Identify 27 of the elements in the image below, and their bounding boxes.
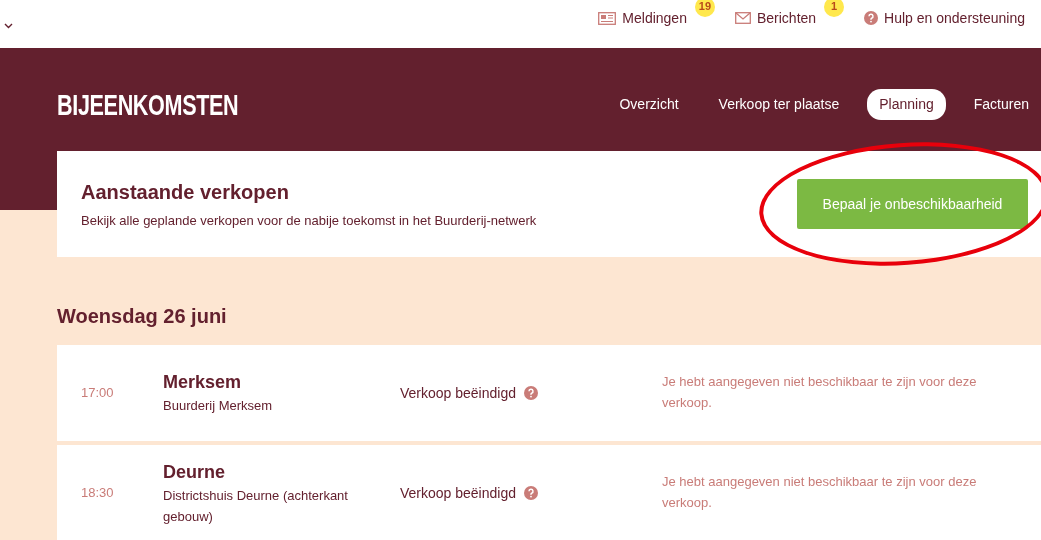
help-icon <box>864 11 879 25</box>
sale-time: 18:30 <box>80 484 115 503</box>
sale-status: Verkoop beëindigd <box>400 483 516 503</box>
day-heading: Woensdag 26 juni <box>57 304 228 329</box>
nav-tab[interactable]: Planning <box>867 89 946 120</box>
help-icon <box>524 386 538 400</box>
caret-icon[interactable] <box>4 23 13 29</box>
top-link[interactable]: Hulp en ondersteuning <box>864 7 1025 29</box>
sale-note: Je hebt aangegeven niet beschikbaar te zijn voor deze verkoop. <box>662 473 978 512</box>
sale-name: Merksem <box>163 371 243 395</box>
sale-time: 17:00 <box>80 384 115 403</box>
sale-status: Verkoop beëindigd <box>400 383 516 403</box>
intro-subtitle: Bekijk alle geplande verkopen voor de nabije toekomst in het Buurderij-netwerk <box>81 212 538 231</box>
help-icon <box>524 486 538 500</box>
sale-place: Buurderij Merksem <box>163 397 274 416</box>
sale-place: Districtshuis Deurne (achterkant gebouw) <box>163 486 349 526</box>
notification-badge: 1 <box>824 0 845 17</box>
newspaper-icon <box>598 11 617 25</box>
notification-badge: 19 <box>694 0 715 17</box>
intro-title: Aanstaande verkopen <box>81 180 290 206</box>
sale-name: Deurne <box>163 460 226 484</box>
envelope-icon <box>734 12 751 24</box>
nav-tab[interactable]: Facturen <box>961 89 1041 120</box>
logo-text[interactable]: BIJEENKOMSTEN <box>57 82 239 127</box>
nav-tab[interactable]: Verkoop ter plaatse <box>706 89 852 120</box>
sale-note: Je hebt aangegeven niet beschikbaar te zijn voor deze verkoop. <box>662 373 978 412</box>
nav-tab[interactable]: Overzicht <box>607 89 691 120</box>
